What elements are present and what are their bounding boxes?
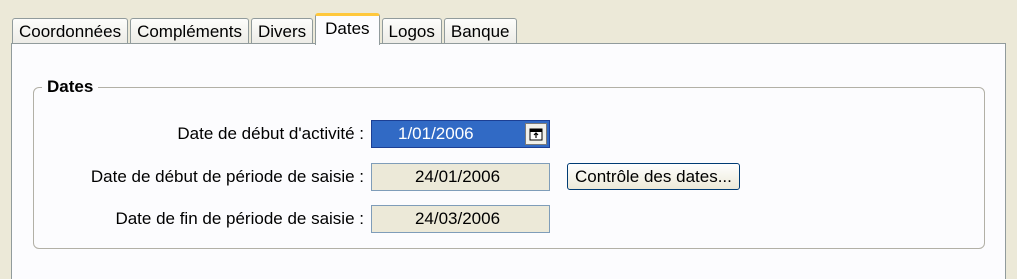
tab-label: Divers [257,21,307,41]
start-period-value: 24/01/2006 [414,167,501,186]
start-activity-date-field[interactable]: 1/01/2006 [371,120,550,148]
start-activity-label: Date de début d'activité : [177,124,364,143]
tab-label: Banque [450,21,510,41]
tab-dates[interactable]: Dates [315,13,380,45]
tab-label: Coordonnées [19,21,122,41]
end-period-value: 24/03/2006 [414,209,501,228]
calendar-icon[interactable] [525,123,547,145]
tab-divers[interactable]: Divers [250,18,314,44]
start-period-label: Date de début de période de saisie : [90,167,364,186]
tab-label: Dates [325,19,370,38]
tab-label: Compléments [137,21,242,41]
tab-coordonnees[interactable]: Coordonnées [12,18,129,44]
tab-label: Logos [388,21,435,41]
start-period-date-field[interactable]: 24/01/2006 [371,163,550,191]
end-period-label: Date de fin de période de saisie : [115,209,364,228]
tab-banque[interactable]: Banque [443,18,517,44]
start-activity-value: 1/01/2006 [398,124,474,143]
end-period-date-field[interactable]: 24/03/2006 [371,205,550,233]
tab-complements[interactable]: Compléments [130,18,249,44]
tab-strip: Coordonnées Compléments Divers Dates Log… [12,13,519,45]
tab-page-dates: Dates Date de début d'activité : 1/01/20… [11,43,1006,279]
tab-logos[interactable]: Logos [381,18,442,44]
check-dates-button[interactable]: Contrôle des dates... [567,163,740,190]
groupbox-title: Dates [42,76,99,98]
